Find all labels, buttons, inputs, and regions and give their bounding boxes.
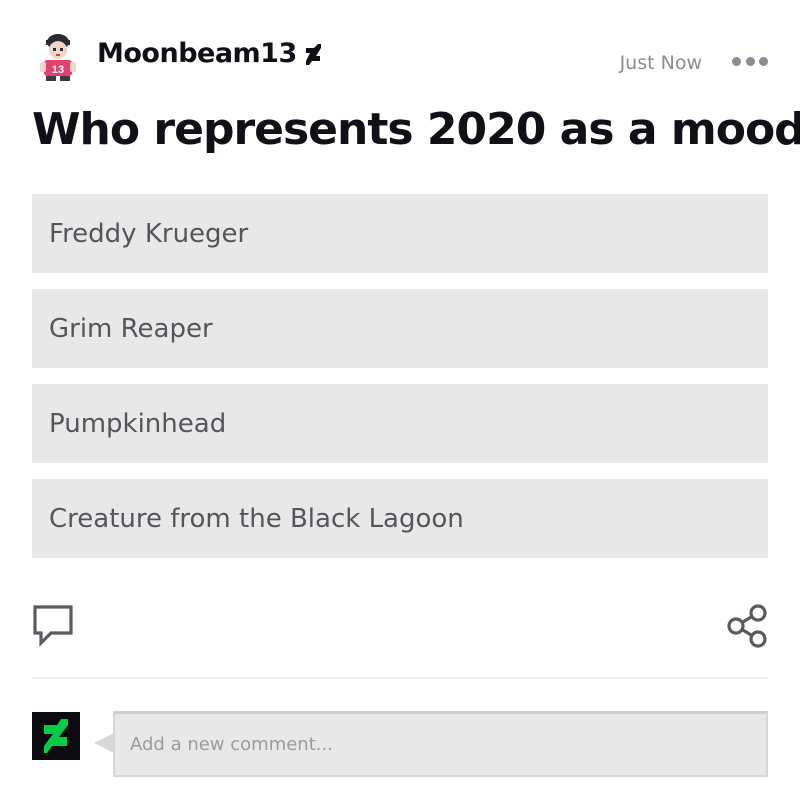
username-text[interactable]: Moonbeam13 [97, 38, 297, 69]
poll-option[interactable]: Pumpkinhead [32, 384, 768, 463]
avatar[interactable]: 13 [32, 30, 84, 82]
timestamp: Just Now [619, 52, 702, 74]
poll-question: Who represents 2020 as a mood? [32, 104, 800, 155]
more-dot [759, 56, 768, 66]
svg-text:13: 13 [52, 64, 64, 76]
comment-input[interactable] [113, 711, 768, 777]
more-dot [745, 56, 755, 66]
more-dots-icon [732, 56, 741, 66]
username[interactable]: Moonbeam13 [97, 38, 321, 69]
post-header: 13 Moonbeam13 Just Now [32, 30, 768, 86]
more-options-button[interactable] [732, 54, 768, 68]
poll-option[interactable]: Freddy Krueger [32, 194, 768, 273]
comment-bubble-icon[interactable] [32, 604, 74, 648]
comment-composer [32, 711, 768, 777]
poll-option[interactable]: Creature from the Black Lagoon [32, 479, 768, 558]
deviantart-badge-icon [305, 43, 321, 65]
share-icon[interactable] [726, 604, 768, 648]
divider [32, 677, 768, 679]
poll-option[interactable]: Grim Reaper [32, 289, 768, 368]
poll-options: Freddy Krueger Grim Reaper Pumpkinhead C… [32, 194, 768, 574]
comment-bubble-tail [94, 733, 114, 753]
deviantart-logo-icon [32, 712, 80, 760]
post-actions [32, 604, 768, 648]
